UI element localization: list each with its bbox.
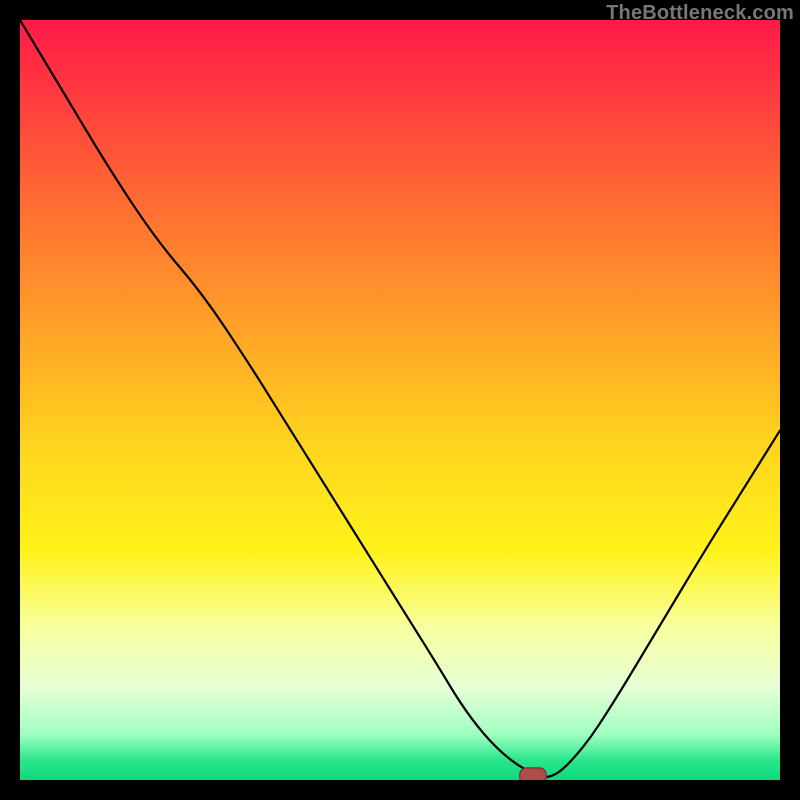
watermark-text: TheBottleneck.com — [606, 2, 794, 25]
chart-svg — [20, 20, 780, 780]
chart-background-gradient — [20, 20, 780, 780]
optimal-point-marker — [520, 768, 547, 780]
chart-plot-area — [20, 20, 780, 780]
